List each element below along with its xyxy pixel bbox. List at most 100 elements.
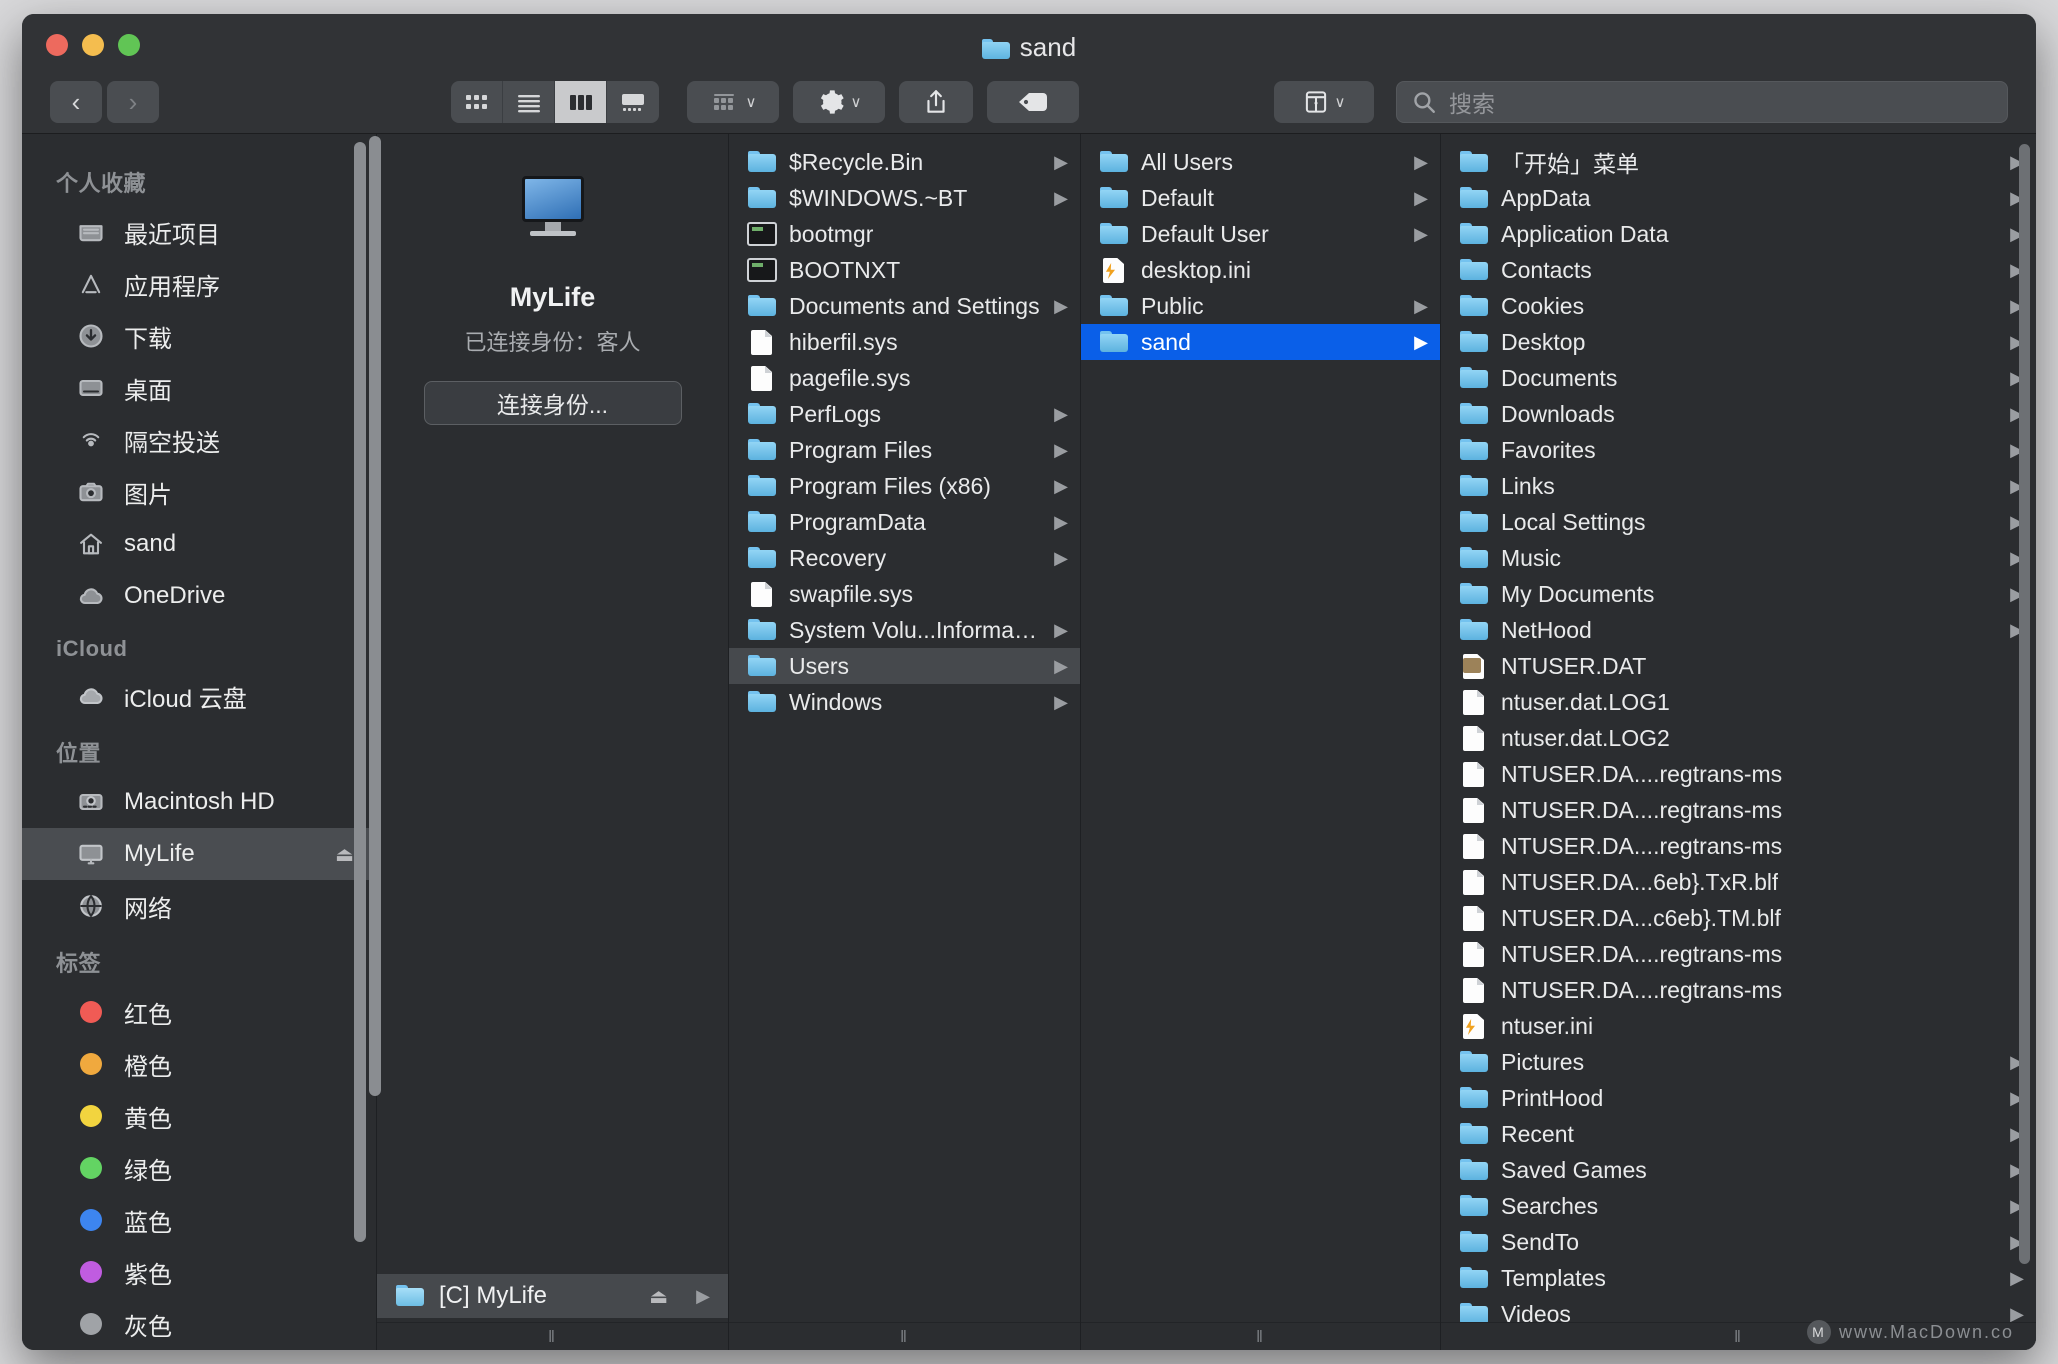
file-row[interactable]: desktop.ini [1081,252,1440,288]
sidebar-item-mylife[interactable]: MyLife⏏ [22,828,376,880]
column-resize-grip[interactable]: ‖ [377,1322,728,1350]
sidebar-item-[interactable]: 紫色 [22,1246,376,1298]
share-button[interactable] [899,81,973,123]
file-row[interactable]: hiberfil.sys [729,324,1080,360]
file-row[interactable]: Application Data▶ [1441,216,2036,252]
file-row[interactable]: AppData▶ [1441,180,2036,216]
file-row[interactable]: My Documents▶ [1441,576,2036,612]
file-row[interactable]: Templates▶ [1441,1260,2036,1296]
sidebar-item-[interactable]: 灰色 [22,1298,376,1350]
eject-icon[interactable]: ⏏ [335,842,354,867]
file-row[interactable]: sand▶ [1081,324,1440,360]
sidebar-item-sand[interactable]: sand [22,518,376,570]
file-row[interactable]: Pictures▶ [1441,1044,2036,1080]
file-row[interactable]: bootmgr [729,216,1080,252]
sidebar-item-[interactable]: 橙色 [22,1038,376,1090]
file-row[interactable]: ntuser.dat.LOG2 [1441,720,2036,756]
file-row[interactable]: Favorites▶ [1441,432,2036,468]
sidebar-item-macintosh-hd[interactable]: Macintosh HD [22,776,376,828]
file-row[interactable]: PrintHood▶ [1441,1080,2036,1116]
preview-scrollbar[interactable] [369,136,381,1096]
sidebar-item-[interactable]: 黄色 [22,1090,376,1142]
file-row[interactable]: BOOTNXT [729,252,1080,288]
file-row[interactable]: ntuser.dat.LOG1 [1441,684,2036,720]
sidebar-item-[interactable]: 桌面 [22,362,376,414]
file-row[interactable]: SendTo▶ [1441,1224,2036,1260]
file-row[interactable]: Downloads▶ [1441,396,2036,432]
file-row[interactable]: Videos▶ [1441,1296,2036,1322]
gallery-view-button[interactable] [607,81,659,123]
sidebar-item-label: 红色 [124,995,172,1030]
sidebar-item-[interactable]: 红色 [22,986,376,1038]
back-button[interactable]: ‹ [50,81,102,123]
sidebar-item-[interactable]: 下载 [22,310,376,362]
file-row[interactable]: Documents and Settings▶ [729,288,1080,324]
icon-view-button[interactable] [451,81,503,123]
column-resize-grip[interactable]: ‖ M www.MacDown.co [1441,1322,2036,1350]
file-row[interactable]: $WINDOWS.~BT▶ [729,180,1080,216]
file-row[interactable]: $Recycle.Bin▶ [729,144,1080,180]
file-row[interactable]: NTUSER.DA....regtrans-ms [1441,828,2036,864]
share-row[interactable]: [C] MyLife ⏏ ▶ [377,1274,728,1318]
file-row[interactable]: Recent▶ [1441,1116,2036,1152]
file-row[interactable]: PerfLogs▶ [729,396,1080,432]
file-row[interactable]: ProgramData▶ [729,504,1080,540]
action-gear-button[interactable]: ∨ [793,81,885,123]
file-row[interactable]: Links▶ [1441,468,2036,504]
sidebar-item-onedrive[interactable]: OneDrive [22,570,376,622]
sidebar-item-icloud[interactable]: iCloud 云盘 [22,670,376,722]
tag-button[interactable] [987,81,1079,123]
file-row[interactable]: Cookies▶ [1441,288,2036,324]
sidebar-item-[interactable]: 绿色 [22,1142,376,1194]
sidebar-item-[interactable]: 蓝色 [22,1194,376,1246]
file-row[interactable]: pagefile.sys [729,360,1080,396]
file-row[interactable]: NTUSER.DA....regtrans-ms [1441,792,2036,828]
file-row[interactable]: 「开始」菜单▶ [1441,144,2036,180]
search-field[interactable]: 搜索 [1396,81,2008,123]
file-row[interactable]: NTUSER.DAT [1441,648,2036,684]
file-row[interactable]: Default User▶ [1081,216,1440,252]
connect-as-button[interactable]: 连接身份... [424,381,682,425]
file-row[interactable]: Public▶ [1081,288,1440,324]
sidebar-scrollbar[interactable] [354,142,366,1242]
file-row[interactable]: Default▶ [1081,180,1440,216]
sidebar-item-[interactable]: 图片 [22,466,376,518]
list-view-button[interactable] [503,81,555,123]
tag-dot-icon [74,1205,108,1235]
file-row[interactable]: Searches▶ [1441,1188,2036,1224]
eject-icon[interactable]: ⏏ [649,1284,668,1309]
dropbox-button[interactable]: ∨ [1274,81,1374,123]
file-row[interactable]: Users▶ [729,648,1080,684]
forward-button[interactable]: › [107,81,159,123]
file-row[interactable]: NTUSER.DA....regtrans-ms [1441,756,2036,792]
column-resize-grip[interactable]: ‖ [1081,1322,1440,1350]
file-row[interactable]: Program Files▶ [729,432,1080,468]
file-row[interactable]: Recovery▶ [729,540,1080,576]
sidebar-item-[interactable]: 应用程序 [22,258,376,310]
file-row[interactable]: Saved Games▶ [1441,1152,2036,1188]
file-row[interactable]: NTUSER.DA...6eb}.TxR.blf [1441,864,2036,900]
file-row[interactable]: NTUSER.DA....regtrans-ms [1441,936,2036,972]
column-view-button[interactable] [555,81,607,123]
file-row[interactable]: NetHood▶ [1441,612,2036,648]
file-row[interactable]: Windows▶ [729,684,1080,720]
file-row[interactable]: All Users▶ [1081,144,1440,180]
file-row[interactable]: System Volu...Information▶ [729,612,1080,648]
file-row[interactable]: NTUSER.DA...c6eb}.TM.blf [1441,900,2036,936]
file-row[interactable]: Program Files (x86)▶ [729,468,1080,504]
file-row[interactable]: NTUSER.DA....regtrans-ms [1441,972,2036,1008]
sidebar-item-[interactable]: 最近项目 [22,206,376,258]
sidebar-item-[interactable]: 网络 [22,880,376,932]
disclosure-arrow-icon: ▶ [1414,224,1428,245]
column-scrollbar[interactable] [2019,144,2030,1264]
group-by-button[interactable]: ∨ [687,81,779,123]
sidebar-item-[interactable]: 隔空投送 [22,414,376,466]
file-row[interactable]: Music▶ [1441,540,2036,576]
file-row[interactable]: Desktop▶ [1441,324,2036,360]
column-resize-grip[interactable]: ‖ [729,1322,1080,1350]
file-row[interactable]: swapfile.sys [729,576,1080,612]
file-row[interactable]: ntuser.ini [1441,1008,2036,1044]
file-row[interactable]: Contacts▶ [1441,252,2036,288]
file-row[interactable]: Documents▶ [1441,360,2036,396]
file-row[interactable]: Local Settings▶ [1441,504,2036,540]
